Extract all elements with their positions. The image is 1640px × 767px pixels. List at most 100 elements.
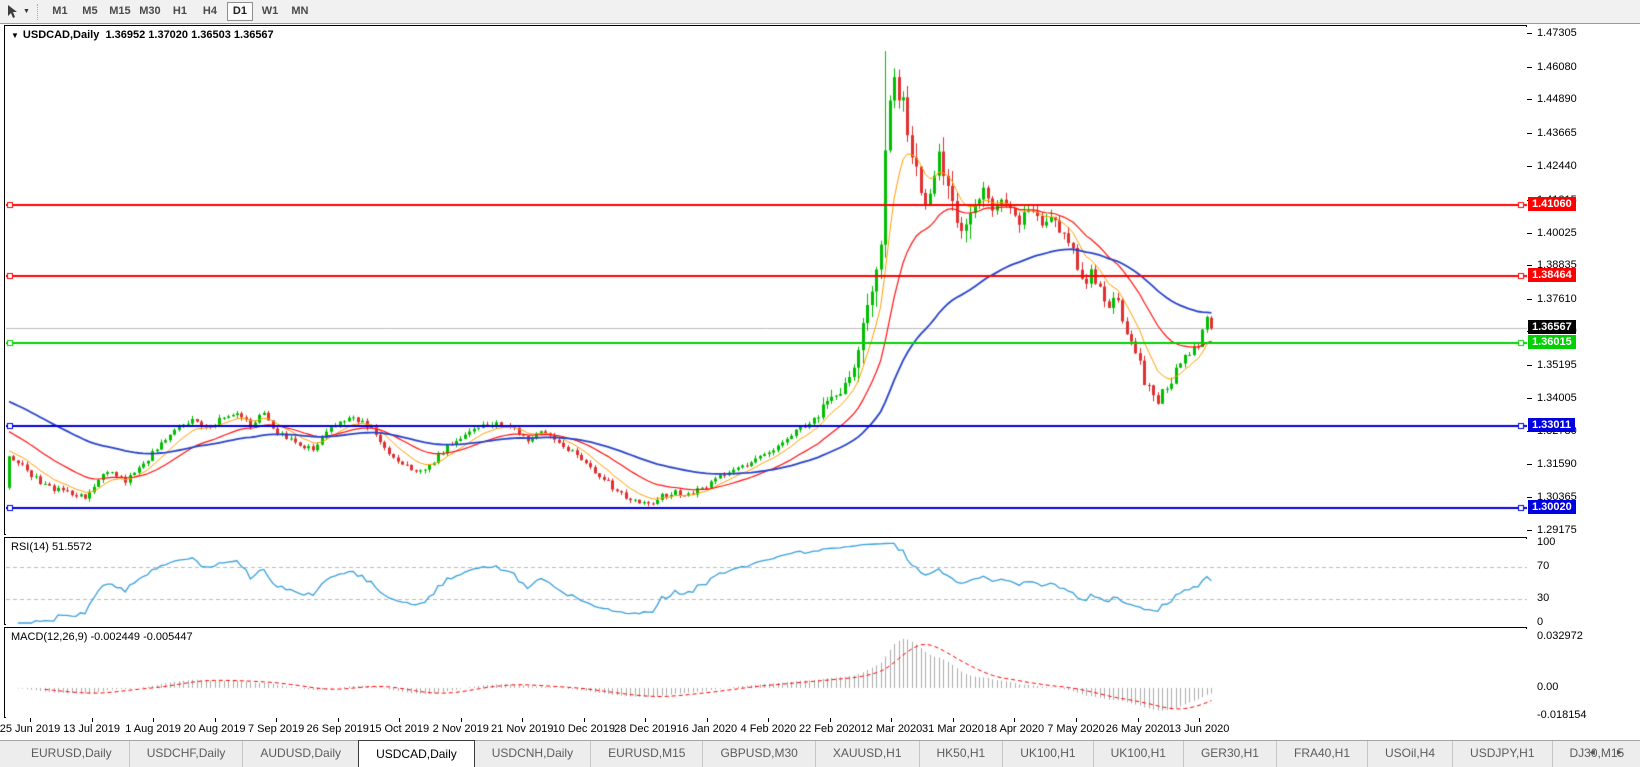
rsi-pane: RSI(14) 51.5572 <box>4 537 1527 625</box>
x-axis-date-label: 31 Mar 2020 <box>922 723 984 735</box>
y-axis-tick-mark <box>1527 99 1532 100</box>
y-axis-tick-mark <box>1527 233 1532 234</box>
chart-tab-hk50-h1[interactable]: HK50,H1 <box>919 741 1003 767</box>
x-axis-tick-mark <box>768 718 769 722</box>
mt4-window: ▼ M1M5M15M30H1H4D1W1MN ▼USDCAD,Daily 1.3… <box>0 0 1640 767</box>
y-axis-tick-label: 1.40025 <box>1537 227 1577 239</box>
y-axis-tick-mark <box>1527 464 1532 465</box>
timeframe-button-D1[interactable]: D1 <box>227 2 253 21</box>
x-axis-date-label: 21 Nov 2019 <box>491 723 553 735</box>
chart-tab-uk100-h1[interactable]: UK100,H1 <box>1002 741 1092 767</box>
x-axis-tick-mark <box>276 718 277 722</box>
price-axis[interactable]: 1.473051.460801.448901.436651.424401.412… <box>1527 25 1640 718</box>
timeframe-button-M1[interactable]: M1 <box>47 2 73 21</box>
x-axis-date-label: 4 Feb 2020 <box>741 723 797 735</box>
x-axis-date-label: 16 Jan 2020 <box>677 723 738 735</box>
chart-title: ▼USDCAD,Daily 1.36952 1.37020 1.36503 1.… <box>11 29 274 41</box>
crosshair-tool-icon[interactable] <box>4 3 22 21</box>
chart-tab-usdcnh-daily[interactable]: USDCNH,Daily <box>475 741 590 767</box>
timeframe-button-H1[interactable]: H1 <box>167 2 193 21</box>
timeframe-button-MN[interactable]: MN <box>287 2 313 21</box>
rsi-canvas[interactable] <box>6 539 1527 625</box>
rsi-axis-label: 0 <box>1537 616 1543 628</box>
y-axis-tick-mark <box>1527 365 1532 366</box>
x-axis-tick-mark <box>215 718 216 722</box>
chart-tab-uk100-h1[interactable]: UK100,H1 <box>1093 741 1183 767</box>
y-axis-tick-mark <box>1527 67 1532 68</box>
y-axis-tick-label: 1.35195 <box>1537 359 1577 371</box>
chart-tab-eurusd-m15[interactable]: EURUSD,M15 <box>590 741 702 767</box>
x-axis-tick-mark <box>645 718 646 722</box>
x-axis-tick-mark <box>1138 718 1139 722</box>
chart-tab-ger30-h1[interactable]: GER30,H1 <box>1183 741 1276 767</box>
x-axis-date-label: 26 May 2020 <box>1106 723 1170 735</box>
y-axis-tick-label: 1.47305 <box>1537 27 1577 39</box>
chart-tab-usoil-h4[interactable]: USOil,H4 <box>1367 741 1452 767</box>
chart-tab-usdjpy-h1[interactable]: USDJPY,H1 <box>1452 741 1551 767</box>
y-axis-tick-mark <box>1527 133 1532 134</box>
chart-tab-audusd-daily[interactable]: AUDUSD,Daily <box>242 741 358 767</box>
date-axis[interactable]: 25 Jun 201913 Jul 20191 Aug 201920 Aug 2… <box>0 718 1640 740</box>
x-axis-tick-mark <box>92 718 93 722</box>
y-axis-tick-mark <box>1527 166 1532 167</box>
x-axis-date-label: 2 Nov 2019 <box>433 723 489 735</box>
x-axis-date-label: 10 Dec 2019 <box>553 723 615 735</box>
y-axis-tick-label: 1.29175 <box>1537 524 1577 536</box>
main-chart-pane: ▼USDCAD,Daily 1.36952 1.37020 1.36503 1.… <box>4 25 1527 535</box>
tab-scroll-arrows[interactable]: ◄ ► <box>1588 747 1632 757</box>
y-axis-tick-mark <box>1527 299 1532 300</box>
chart-tab-usdchf-daily[interactable]: USDCHF,Daily <box>129 741 243 767</box>
chart-tab-bar: EURUSD,DailyUSDCHF,DailyAUDUSD,DailyUSDC… <box>0 740 1640 767</box>
collapse-caret-icon[interactable]: ▼ <box>11 31 19 40</box>
x-axis-date-label: 22 Feb 2020 <box>799 723 861 735</box>
y-axis-tick-mark <box>1527 265 1532 266</box>
x-axis-tick-mark <box>707 718 708 722</box>
rsi-axis-label: 70 <box>1537 560 1549 572</box>
main-chart-canvas[interactable] <box>6 27 1527 535</box>
x-axis-tick-mark <box>522 718 523 722</box>
x-axis-tick-mark <box>1076 718 1077 722</box>
current-price-label: 1.36567 <box>1528 320 1576 334</box>
level-price-label[interactable]: 1.38464 <box>1528 268 1576 282</box>
y-axis-tick-label: 1.46080 <box>1537 61 1577 73</box>
x-axis-tick-mark <box>461 718 462 722</box>
timeframe-button-M5[interactable]: M5 <box>77 2 103 21</box>
level-price-label[interactable]: 1.41060 <box>1528 197 1576 211</box>
y-axis-tick-mark <box>1527 497 1532 498</box>
timeframe-button-M15[interactable]: M15 <box>107 2 133 21</box>
chart-tab-eurusd-daily[interactable]: EURUSD,Daily <box>14 741 129 767</box>
chart-tab-gbpusd-m30[interactable]: GBPUSD,M30 <box>702 741 814 767</box>
timeframe-button-H4[interactable]: H4 <box>197 2 223 21</box>
timeframe-button-W1[interactable]: W1 <box>257 2 283 21</box>
macd-canvas[interactable] <box>6 629 1527 718</box>
x-axis-date-label: 7 Sep 2019 <box>248 723 304 735</box>
chart-tab-usdcad-daily[interactable]: USDCAD,Daily <box>358 740 475 767</box>
x-axis-date-label: 15 Oct 2019 <box>369 723 429 735</box>
y-axis-tick-label: 1.34005 <box>1537 392 1577 404</box>
timeframe-buttons: M1M5M15M30H1H4D1W1MN <box>45 2 315 21</box>
y-axis-tick-label: 1.31590 <box>1537 458 1577 470</box>
x-axis-tick-mark <box>30 718 31 722</box>
y-axis-tick-label: 1.44890 <box>1537 93 1577 105</box>
timeframe-button-M30[interactable]: M30 <box>137 2 163 21</box>
x-axis-tick-mark <box>830 718 831 722</box>
x-axis-date-label: 7 May 2020 <box>1047 723 1104 735</box>
y-axis-tick-mark <box>1527 33 1532 34</box>
timeframe-toolbar: ▼ M1M5M15M30H1H4D1W1MN <box>0 0 1640 24</box>
rsi-axis-label: 30 <box>1537 592 1549 604</box>
level-price-label[interactable]: 1.36015 <box>1528 335 1576 349</box>
rsi-label: RSI(14) 51.5572 <box>11 541 92 553</box>
x-axis-date-label: 12 Mar 2020 <box>861 723 923 735</box>
x-axis-tick-mark <box>584 718 585 722</box>
level-price-label[interactable]: 1.33011 <box>1528 418 1575 432</box>
chevron-down-icon[interactable]: ▼ <box>23 8 30 15</box>
x-axis-tick-mark <box>891 718 892 722</box>
y-axis-tick-label: 1.42440 <box>1537 160 1577 172</box>
level-price-label[interactable]: 1.30020 <box>1528 500 1576 514</box>
x-axis-date-label: 13 Jun 2020 <box>1169 723 1230 735</box>
x-axis-tick-mark <box>953 718 954 722</box>
x-axis-date-label: 18 Apr 2020 <box>985 723 1044 735</box>
chart-tab-xauusd-h1[interactable]: XAUUSD,H1 <box>815 741 919 767</box>
chart-tab-fra40-h1[interactable]: FRA40,H1 <box>1276 741 1367 767</box>
x-axis-date-label: 25 Jun 2019 <box>0 723 60 735</box>
